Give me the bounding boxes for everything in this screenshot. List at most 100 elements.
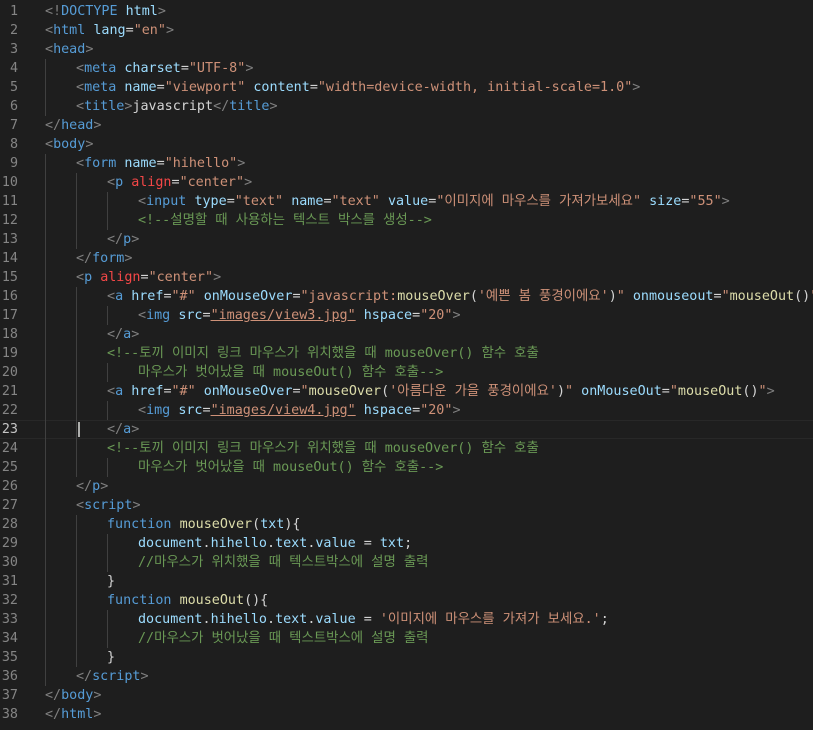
code-line[interactable]: <p align="center"> bbox=[45, 173, 813, 192]
code-token: () bbox=[794, 289, 811, 304]
code-token: ){ bbox=[284, 517, 301, 532]
code-line[interactable]: </a> bbox=[45, 325, 813, 344]
code-text: <!DOCTYPE html> bbox=[45, 4, 166, 19]
code-token: . bbox=[267, 536, 276, 551]
code-text: function mouseOut(){ bbox=[45, 593, 268, 608]
line-number: 26 bbox=[1, 479, 18, 494]
code-token: ) bbox=[556, 384, 566, 399]
code-text: </body> bbox=[45, 688, 101, 703]
code-line[interactable]: <input type="text" name="text" value="이미… bbox=[45, 192, 813, 211]
code-area[interactable]: <!DOCTYPE html> <html lang="en"> <head> <me… bbox=[0, 2, 813, 724]
code-token: > bbox=[213, 270, 222, 285]
code-token: < bbox=[107, 175, 116, 190]
code-line[interactable]: <a href="#" onMouseOver="javascript:mous… bbox=[45, 287, 813, 306]
code-line[interactable]: 마우스가 벗어났을 때 mouseOut() 함수 호출--> bbox=[45, 363, 813, 382]
code-token: img bbox=[146, 403, 171, 418]
code-line[interactable]: </script> bbox=[45, 667, 813, 686]
code-line[interactable]: <meta name="viewport" content="width=dev… bbox=[45, 78, 813, 97]
code-line[interactable]: } bbox=[45, 648, 813, 667]
code-line[interactable]: <!--토끼 이미지 링크 마우스가 위치했을 때 mouseOver() 함수… bbox=[45, 344, 813, 363]
code-line[interactable]: </a> bbox=[0, 420, 813, 439]
code-token: > bbox=[131, 327, 140, 342]
code-token: src bbox=[178, 403, 203, 418]
line-number: 35 bbox=[1, 650, 18, 665]
code-token: charset bbox=[124, 61, 181, 76]
code-token: = bbox=[156, 156, 165, 171]
code-token: "#" bbox=[171, 384, 196, 399]
code-token: " bbox=[669, 384, 678, 399]
code-line[interactable]: <form name="hihello"> bbox=[45, 154, 813, 173]
line-number: 22 bbox=[1, 403, 18, 418]
code-line[interactable]: </p> bbox=[45, 477, 813, 496]
code-line[interactable]: function mouseOver(txt){ bbox=[45, 515, 813, 534]
code-token: 마우스가 벗어났을 때 mouseOut() 함수 호출--> bbox=[138, 460, 444, 475]
code-token: > bbox=[85, 137, 94, 152]
code-token: = bbox=[713, 289, 722, 304]
line-number: 6 bbox=[9, 99, 18, 114]
code-line[interactable]: 마우스가 벗어났을 때 mouseOut() 함수 호출--> bbox=[45, 458, 813, 477]
code-line[interactable]: <html lang="en"> bbox=[45, 21, 813, 40]
code-text: <p align="center"> bbox=[45, 175, 252, 190]
code-line[interactable]: <img src="images/view3.jpg" hspace="20"> bbox=[45, 306, 813, 325]
code-text: <!--토끼 이미지 링크 마우스가 위치했을 때 mouseOver() 함수… bbox=[45, 346, 539, 361]
code-token: "#" bbox=[171, 289, 196, 304]
code-token: onMouseOut bbox=[581, 384, 662, 399]
code-token: img bbox=[146, 308, 171, 323]
code-token: txt bbox=[379, 536, 405, 551]
code-token: text bbox=[275, 612, 308, 627]
line-number: 15 bbox=[1, 270, 18, 285]
code-line[interactable]: </body> bbox=[45, 686, 813, 705]
code-editor[interactable]: 1 2 3 4 5 6 7 8 9 10 11 12 13 14 15 16 17 18 19 20 21 22 23 24 2… bbox=[0, 0, 813, 730]
code-token: a bbox=[115, 289, 124, 304]
line-number: 7 bbox=[9, 118, 18, 133]
code-line[interactable]: <body> bbox=[45, 135, 813, 154]
code-line[interactable]: <meta charset="UTF-8"> bbox=[45, 59, 813, 78]
code-line[interactable]: </form> bbox=[45, 249, 813, 268]
line-number: 2 bbox=[9, 23, 18, 38]
code-token: > bbox=[165, 23, 174, 38]
code-token: > bbox=[452, 403, 461, 418]
code-token: p bbox=[123, 232, 132, 247]
code-line[interactable]: document.hihello.text.value = txt; bbox=[45, 534, 813, 553]
code-line[interactable]: </head> bbox=[45, 116, 813, 135]
code-token: '아름다운 가을 풍경이에요' bbox=[389, 384, 557, 399]
code-line[interactable]: <title>javascript</title> bbox=[45, 97, 813, 116]
code-line[interactable]: //마우스가 위치했을 때 텍스트박스에 설명 출력 bbox=[45, 553, 813, 572]
code-token: </ bbox=[45, 118, 62, 133]
code-token: < bbox=[45, 23, 54, 38]
code-line[interactable]: </p> bbox=[45, 230, 813, 249]
code-token: "images/view3.jpg" bbox=[210, 308, 356, 323]
code-line[interactable]: //마우스가 벗어났을 때 텍스트박스에 설명 출력 bbox=[45, 629, 813, 648]
code-line[interactable]: } bbox=[45, 572, 813, 591]
code-line[interactable]: <a href="#" onMouseOver="mouseOver('아름다운… bbox=[45, 382, 813, 401]
code-text: <html lang="en"> bbox=[45, 23, 174, 38]
line-number: 24 bbox=[1, 441, 18, 456]
line-number: 18 bbox=[1, 327, 18, 342]
line-number-gutter: 1 2 3 4 5 6 7 8 9 10 11 12 13 14 15 16 17 18 19 20 21 22 23 24 2… bbox=[0, 2, 40, 724]
code-line[interactable]: <!--설명할 때 사용하는 텍스트 박스를 생성--> bbox=[45, 211, 813, 230]
code-token: <!--토끼 이미지 링크 마우스가 위치했을 때 mouseOver() 함수… bbox=[107, 441, 539, 456]
code-token: </ bbox=[45, 707, 62, 722]
code-line[interactable]: <script> bbox=[45, 496, 813, 515]
code-token: onmouseout bbox=[632, 289, 714, 304]
code-line[interactable]: function mouseOut(){ bbox=[45, 591, 813, 610]
code-line[interactable]: <p align="center"> bbox=[45, 268, 813, 287]
code-token: ; bbox=[600, 612, 609, 627]
code-token: mouseOver bbox=[397, 289, 470, 304]
code-line[interactable]: <!--토끼 이미지 링크 마우스가 위치했을 때 mouseOver() 함수… bbox=[45, 439, 813, 458]
code-token: value bbox=[387, 194, 429, 209]
line-number: 31 bbox=[1, 574, 18, 589]
code-line[interactable]: <head> bbox=[45, 40, 813, 59]
line-number: 21 bbox=[1, 384, 18, 399]
code-token: = bbox=[180, 61, 189, 76]
code-line[interactable]: </html> bbox=[45, 705, 813, 724]
code-line[interactable]: document.hihello.text.value = '이미지에 마우스를… bbox=[45, 610, 813, 629]
code-token: name bbox=[124, 156, 157, 171]
code-token: title bbox=[229, 99, 270, 114]
code-line[interactable]: <img src="images/view4.jpg" hspace="20"> bbox=[45, 401, 813, 420]
code-token: > bbox=[721, 194, 730, 209]
code-token: DOCTYPE bbox=[61, 4, 118, 19]
code-line[interactable]: <!DOCTYPE html> bbox=[45, 2, 813, 21]
